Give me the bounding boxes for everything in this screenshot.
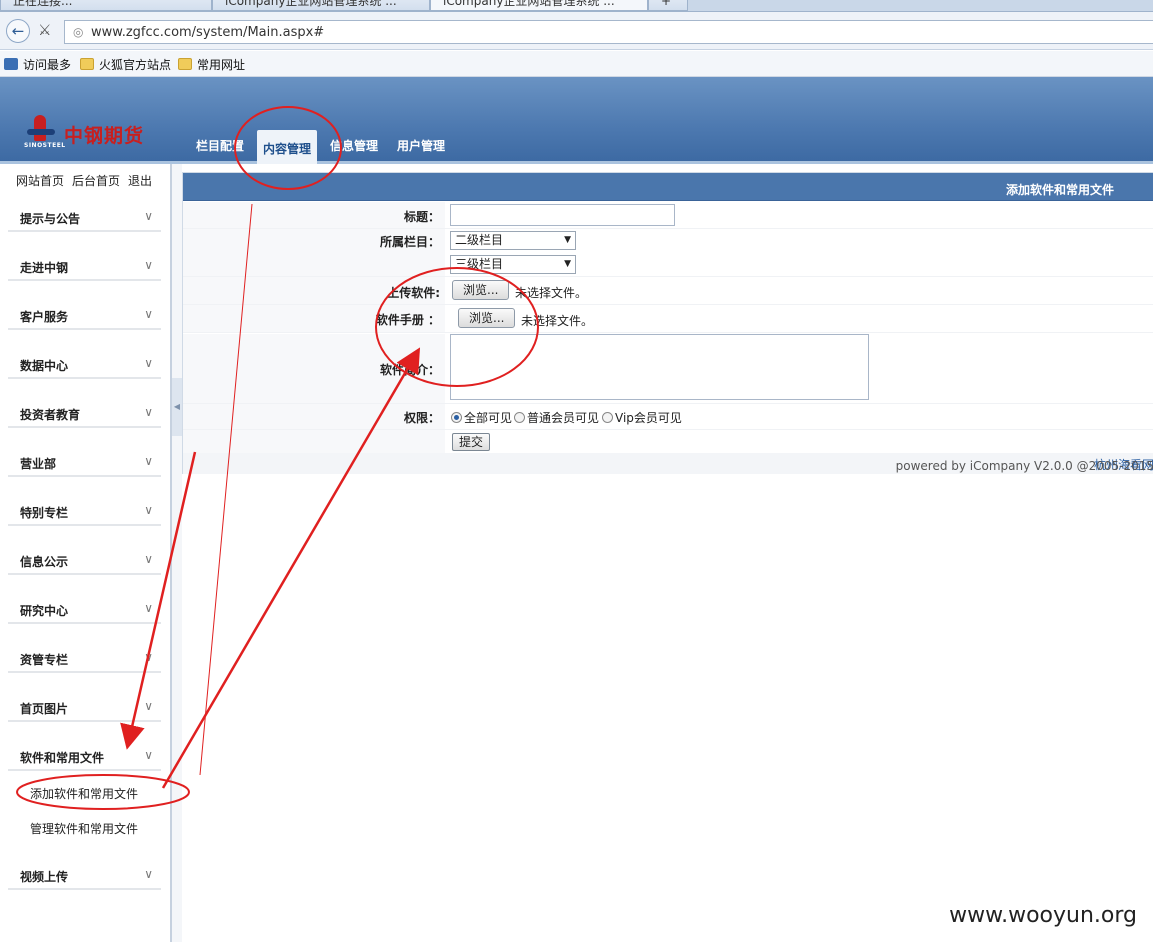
main-content: 添加软件和常用文件 标题： 所属栏目： 二级栏目 ▼ 三级栏目 ▼ 上传软件: 浏览…	[182, 172, 1153, 474]
radio-icon	[602, 412, 613, 423]
submenu-manage-software[interactable]: 管理软件和常用文件	[30, 820, 138, 837]
chevron-down-icon: ∨	[144, 209, 153, 223]
link-admin-home[interactable]: 后台首页	[72, 174, 120, 188]
chevron-down-icon: ∨	[144, 307, 153, 321]
label-title: 标题：	[403, 210, 440, 224]
link-site-home[interactable]: 网站首页	[16, 174, 64, 188]
sidebar: 网站首页 后台首页 退出 提示与公告 ∨ 走进中钢 ∨ 客户服务 ∨ 数据中心 ∨ 投资者教…	[0, 164, 170, 942]
browser-tab[interactable]: 正在连接...	[0, 0, 212, 11]
sidebar-item-asset-management[interactable]: 资管专栏 ∨	[8, 647, 161, 673]
sinosteel-logo-icon: SINOSTEEL	[24, 113, 65, 153]
label-permission: 权限：	[403, 411, 440, 425]
title-input[interactable]	[450, 204, 675, 226]
chevron-down-icon: ∨	[144, 867, 153, 881]
folder-icon	[80, 58, 94, 70]
browser-tab-strip: 正在连接... iCompany企业网站管理系统 ... iCompany企业网…	[0, 0, 1153, 12]
nav-column-config[interactable]: 栏目配置	[196, 137, 244, 154]
sidebar-item-video-upload[interactable]: 视频上传 ∨	[8, 864, 161, 890]
browser-tab[interactable]: iCompany企业网站管理系统 ...	[212, 0, 430, 11]
radio-icon	[514, 412, 525, 423]
submenu-add-software[interactable]: 添加软件和常用文件	[30, 785, 138, 802]
radio-vip-visible[interactable]: Vip会员可见	[602, 409, 682, 426]
form-row-manual: 软件手册 ： 浏览... 未选择文件。	[183, 305, 1153, 333]
chevron-down-icon: ∨	[144, 601, 153, 615]
folder-icon	[178, 58, 192, 70]
dropdown-arrow-icon: ▼	[564, 259, 571, 269]
collapse-sidebar-icon[interactable]: ◀	[172, 378, 182, 436]
form-row-category: 所属栏目： 二级栏目 ▼ 三级栏目 ▼	[183, 229, 1153, 277]
chevron-down-icon: ∨	[144, 552, 153, 566]
app-header: SINOSTEEL 中钢期货 栏目配置 内容管理 信息管理 用户管理	[0, 77, 1153, 164]
label-intro: 软件简介：	[379, 363, 440, 377]
form-row-title: 标题：	[183, 202, 1153, 229]
back-arrow-icon[interactable]: ←	[6, 19, 30, 43]
browser-tab-active[interactable]: iCompany企业网站管理系统 ...	[430, 0, 648, 11]
radio-all-visible[interactable]: 全部可见	[451, 409, 512, 426]
sidebar-item-data-center[interactable]: 数据中心 ∨	[8, 353, 161, 379]
nav-user-management[interactable]: 用户管理	[397, 137, 445, 154]
sidebar-item-branches[interactable]: 营业部 ∨	[8, 451, 161, 477]
intro-textarea[interactable]	[450, 334, 869, 400]
chevron-down-icon: ∨	[144, 356, 153, 370]
chevron-down-icon: ∨	[144, 748, 153, 762]
dropdown-arrow-icon: ▼	[564, 235, 571, 245]
bookmark-most-visited[interactable]: 访问最多	[4, 56, 71, 73]
bookmark-firefox-site[interactable]: 火狐官方站点	[80, 56, 171, 73]
link-logout[interactable]: 退出	[128, 174, 152, 188]
chevron-down-icon: ∨	[144, 503, 153, 517]
browse-manual-button[interactable]: 浏览...	[458, 308, 516, 328]
chevron-down-icon: ∨	[144, 650, 153, 664]
chevron-down-icon: ∨	[144, 699, 153, 713]
upload-no-file-text: 未选择文件。	[515, 286, 588, 300]
label-manual: 软件手册 ：	[375, 313, 440, 327]
sidebar-item-customer-service[interactable]: 客户服务 ∨	[8, 304, 161, 330]
sidebar-item-about[interactable]: 走进中钢 ∨	[8, 255, 161, 281]
label-category: 所属栏目：	[379, 235, 440, 249]
radio-selected-icon	[451, 412, 462, 423]
third-level-select[interactable]: 三级栏目 ▼	[450, 255, 576, 274]
second-level-select[interactable]: 二级栏目 ▼	[450, 231, 576, 250]
form-row-intro: 软件简介：	[183, 334, 1153, 404]
bookmark-icon	[4, 58, 18, 70]
browse-software-button[interactable]: 浏览...	[452, 280, 510, 300]
watermark: www.wooyun.org	[949, 903, 1137, 928]
footer-text: powered by iCompany V2.0.0 @2005-2015 杭州…	[895, 458, 1153, 473]
sidebar-item-home-images[interactable]: 首页图片 ∨	[8, 696, 161, 722]
chevron-down-icon: ∨	[144, 405, 153, 419]
browser-navbar: ← ⚔ ◎ www.zgfcc.com/system/Main.aspx#	[0, 12, 1153, 50]
url-text[interactable]: www.zgfcc.com/system/Main.aspx#	[91, 25, 324, 40]
chevron-down-icon: ∨	[144, 258, 153, 272]
nav-info-management[interactable]: 信息管理	[330, 137, 378, 154]
bookmarks-bar: 访问最多 火狐官方站点 常用网址	[0, 51, 1153, 77]
sidebar-toplinks: 网站首页 后台首页 退出	[16, 172, 160, 189]
form-row-upload: 上传软件: 浏览... 未选择文件。	[183, 277, 1153, 305]
sidebar-item-disclosure[interactable]: 信息公示 ∨	[8, 549, 161, 575]
sidebar-divider	[170, 164, 182, 942]
bookmark-common-sites[interactable]: 常用网址	[178, 56, 245, 73]
content-title-bar: 添加软件和常用文件	[183, 173, 1153, 201]
sidebar-item-research[interactable]: 研究中心 ∨	[8, 598, 161, 624]
nav-content-management[interactable]: 内容管理	[257, 130, 318, 164]
form-row-submit: 提交	[183, 430, 1153, 453]
sidebar-item-notices[interactable]: 提示与公告 ∨	[8, 206, 161, 232]
chevron-down-icon: ∨	[144, 454, 153, 468]
submit-button[interactable]: 提交	[452, 433, 491, 451]
page-title: 添加软件和常用文件	[1005, 183, 1114, 197]
manual-no-file-text: 未选择文件。	[521, 314, 594, 328]
sidebar-item-special-column[interactable]: 特别专栏 ∨	[8, 500, 161, 526]
key-icon[interactable]: ⚔	[38, 21, 51, 39]
form-row-permission: 权限： 全部可见 普通会员可见 Vip会员可见	[183, 404, 1153, 430]
footer: powered by iCompany V2.0.0 @2005-2015 杭州…	[183, 453, 1153, 474]
sidebar-item-investor-education[interactable]: 投资者教育 ∨	[8, 402, 161, 428]
sidebar-item-software-files[interactable]: 软件和常用文件 ∨	[8, 745, 161, 771]
new-tab-button[interactable]: +	[648, 0, 688, 11]
radio-member-visible[interactable]: 普通会员可见	[514, 409, 599, 426]
address-bar[interactable]: ◎ www.zgfcc.com/system/Main.aspx#	[64, 20, 1153, 44]
globe-icon: ◎	[73, 25, 84, 39]
label-upload: 上传软件:	[387, 286, 440, 300]
logo-text: 中钢期货	[64, 125, 145, 147]
